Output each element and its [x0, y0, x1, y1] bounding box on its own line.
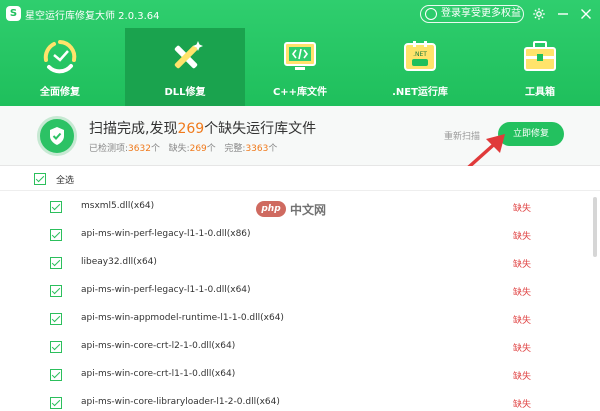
login-benefits-button[interactable]: 登录享受更多权益 — [420, 5, 524, 23]
main-tabs: 全面修复 DLL修复 C++库文件 .NET .NET运行库 工具箱 — [0, 28, 600, 106]
row-checkbox[interactable] — [50, 341, 62, 353]
detected-value: 3632 — [128, 144, 151, 154]
tab-label: C++库文件 — [272, 87, 328, 98]
file-name: api-ms-win-core-crt-l2-1-0.dll(x64) — [81, 341, 236, 351]
recycle-icon — [41, 38, 79, 76]
row-checkbox[interactable] — [50, 257, 62, 269]
missing-file-list: msxml5.dll(x64) 缺失 api-ms-win-perf-legac… — [0, 191, 600, 411]
list-item: api-ms-win-perf-legacy-l1-1-0.dll(x86) 缺… — [0, 221, 600, 249]
file-name: api-ms-win-perf-legacy-l1-1-0.dll(x86) — [81, 229, 251, 239]
tab-dotnet-runtime[interactable]: .NET .NET运行库 — [360, 28, 480, 106]
scan-result-title: 扫描完成,发现269个缺失运行库文件 — [89, 118, 316, 138]
complete-unit: 个 — [268, 144, 278, 154]
detected-unit: 个 — [150, 144, 160, 154]
row-checkbox[interactable] — [50, 397, 62, 409]
list-item: api-ms-win-appmodel-runtime-l1-1-0.dll(x… — [0, 305, 600, 333]
watermark: php 中文网 — [256, 200, 346, 218]
toolbox-icon — [521, 38, 559, 76]
scrollbar-thumb[interactable] — [593, 197, 597, 257]
tab-full-repair[interactable]: 全面修复 — [0, 28, 120, 106]
gear-icon[interactable] — [532, 7, 548, 23]
select-all-checkbox[interactable] — [34, 173, 46, 185]
list-item: api-ms-win-core-crt-l2-1-0.dll(x64) 缺失 — [0, 333, 600, 361]
scan-result-prefix: 扫描完成,发现 — [89, 121, 178, 137]
status-badge: 缺失 — [513, 288, 532, 298]
svg-text:.NET: .NET — [413, 51, 427, 58]
status-badge: 缺失 — [513, 316, 532, 326]
status-badge: 缺失 — [513, 344, 532, 354]
app-logo: S — [6, 6, 21, 21]
missing-unit: 个 — [206, 144, 216, 154]
file-name: api-ms-win-core-libraryloader-l1-2-0.dll… — [81, 397, 280, 407]
file-name: libeay32.dll(x64) — [81, 257, 157, 267]
tab-label: 全面修复 — [40, 87, 80, 98]
row-checkbox[interactable] — [50, 369, 62, 381]
app-header: S 星空运行库修复大师 2.0.3.64 登录享受更多权益 全面修复 DLL修复… — [0, 0, 600, 106]
login-benefits-label: 登录享受更多权益 — [441, 8, 521, 19]
app-title: 星空运行库修复大师 2.0.3.64 — [25, 11, 160, 22]
status-badge: 缺失 — [513, 204, 532, 214]
complete-label: 完整: — [224, 144, 246, 154]
status-badge: 缺失 — [513, 232, 532, 242]
dotnet-icon: .NET — [401, 38, 439, 76]
tab-cpp-libraries[interactable]: C++库文件 — [240, 28, 360, 106]
file-name: msxml5.dll(x64) — [81, 201, 155, 211]
status-badge: 缺失 — [513, 260, 532, 270]
user-icon — [425, 8, 437, 20]
watermark-text: 中文网 — [290, 203, 327, 217]
shield-check-icon — [37, 116, 77, 156]
row-checkbox[interactable] — [50, 201, 62, 213]
select-all-label: 全选 — [56, 176, 75, 186]
missing-count: 269 — [177, 121, 205, 137]
list-item: api-ms-win-core-crt-l1-1-0.dll(x64) 缺失 — [0, 361, 600, 389]
row-checkbox[interactable] — [50, 285, 62, 297]
list-item: api-ms-win-perf-legacy-l1-1-0.dll(x64) 缺… — [0, 277, 600, 305]
dll-tools-icon — [166, 38, 204, 76]
scan-stats: 已检测项:3632个 缺失:269个 完整:3363个 — [89, 141, 277, 154]
scan-result-suffix: 个缺失运行库文件 — [204, 121, 317, 137]
close-icon[interactable] — [579, 7, 595, 23]
complete-value: 3363 — [245, 144, 269, 154]
tab-dll-repair[interactable]: DLL修复 — [125, 28, 245, 106]
file-name: api-ms-win-perf-legacy-l1-1-0.dll(x64) — [81, 285, 251, 295]
status-badge: 缺失 — [513, 400, 532, 410]
title-bar: S 星空运行库修复大师 2.0.3.64 登录享受更多权益 — [0, 0, 600, 28]
row-checkbox[interactable] — [50, 313, 62, 325]
list-item: api-ms-win-core-libraryloader-l1-2-0.dll… — [0, 389, 600, 411]
file-name: api-ms-win-appmodel-runtime-l1-1-0.dll(x… — [81, 313, 284, 323]
row-checkbox[interactable] — [50, 229, 62, 241]
list-scrollbar[interactable] — [592, 191, 598, 411]
list-item: libeay32.dll(x64) 缺失 — [0, 249, 600, 277]
watermark-logo: php — [256, 201, 286, 217]
missing-label: 缺失: — [168, 144, 190, 154]
tab-label: 工具箱 — [525, 87, 555, 98]
tab-toolbox[interactable]: 工具箱 — [480, 28, 600, 106]
status-badge: 缺失 — [513, 372, 532, 382]
code-monitor-icon — [281, 38, 319, 76]
tab-label: .NET运行库 — [392, 87, 448, 98]
select-all-row: 全选 — [0, 166, 600, 191]
missing-value: 269 — [189, 144, 207, 154]
detected-label: 已检测项: — [89, 144, 129, 154]
tab-label: DLL修复 — [164, 87, 206, 98]
file-name: api-ms-win-core-crt-l1-1-0.dll(x64) — [81, 369, 236, 379]
minimize-icon[interactable] — [556, 7, 572, 23]
